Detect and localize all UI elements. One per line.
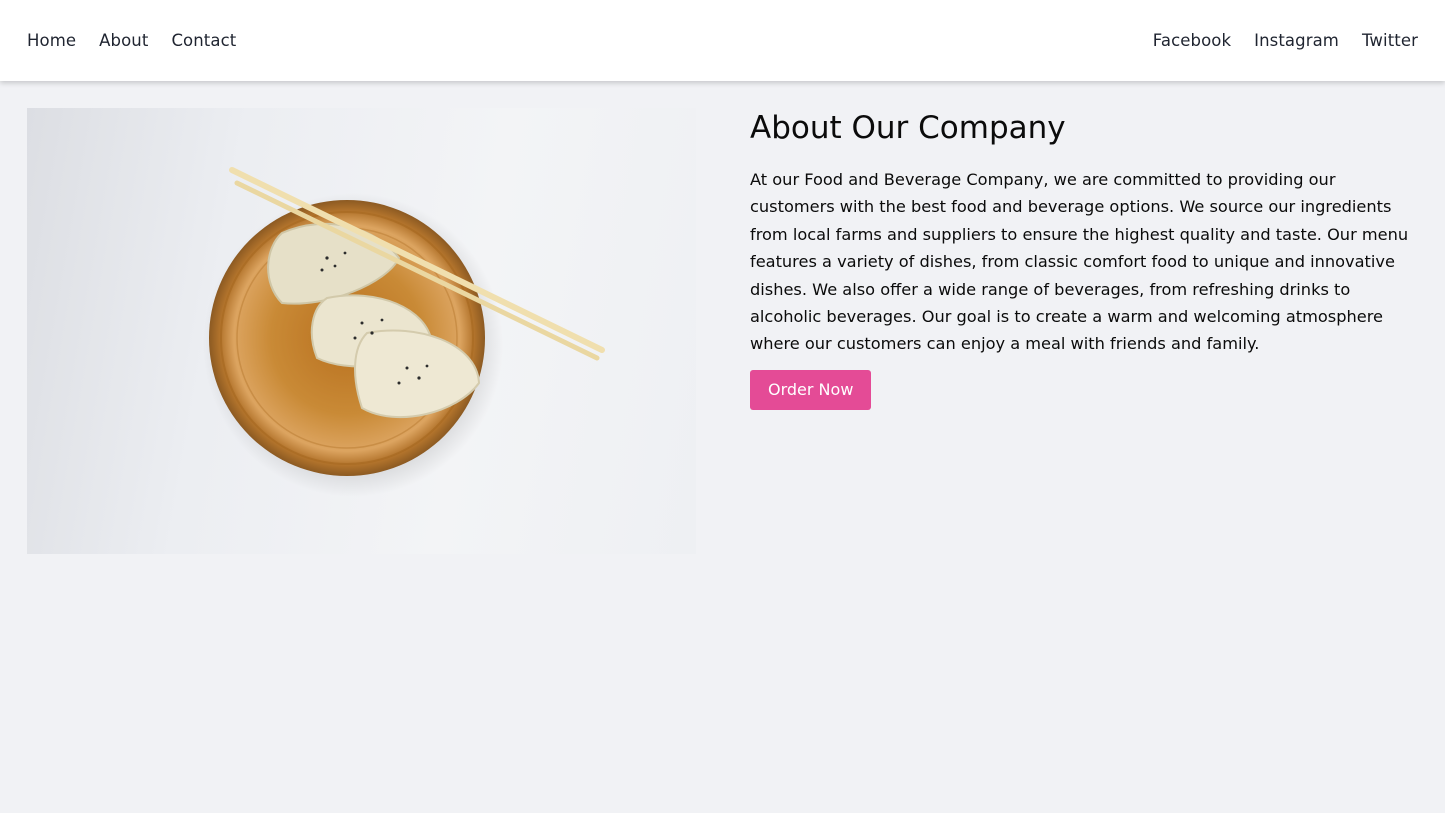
social-link-twitter[interactable]: Twitter [1362, 31, 1418, 50]
section-title: About Our Company [750, 110, 1066, 146]
about-content: About Our Company At our Food and Bevera… [750, 108, 1418, 554]
section-description: At our Food and Beverage Company, we are… [750, 170, 1409, 354]
top-navigation-bar: Home About Contact Facebook Instagram Tw… [0, 0, 1445, 81]
nav-link-about[interactable]: About [99, 31, 148, 50]
about-section: About Our Company At our Food and Bevera… [27, 108, 1418, 554]
nav-link-contact[interactable]: Contact [171, 31, 236, 50]
social-nav: Facebook Instagram Twitter [1153, 31, 1418, 50]
hero-image [27, 108, 696, 554]
nav-link-home[interactable]: Home [27, 31, 76, 50]
primary-nav: Home About Contact [27, 31, 236, 50]
social-link-instagram[interactable]: Instagram [1254, 31, 1339, 50]
dumplings-illustration [203, 167, 605, 497]
social-link-facebook[interactable]: Facebook [1153, 31, 1231, 50]
order-now-button[interactable]: Order Now [750, 369, 872, 410]
